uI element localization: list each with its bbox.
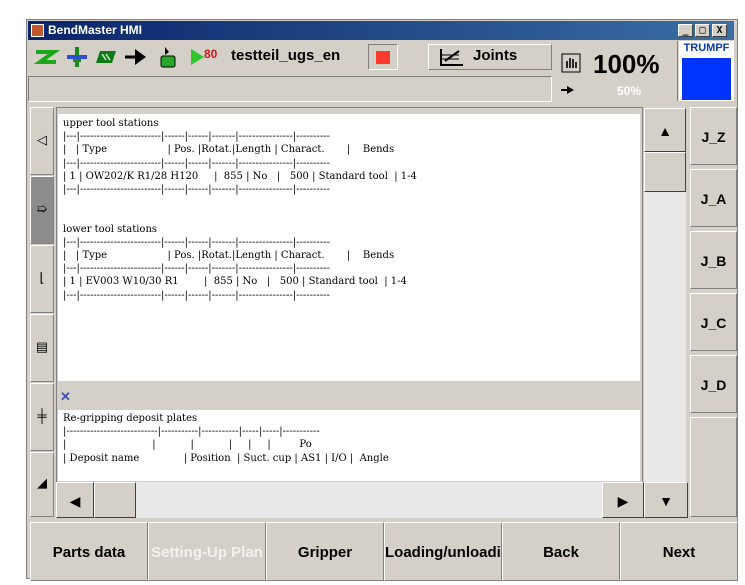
horizontal-scrollbar[interactable]: ◀ ▶ bbox=[56, 482, 644, 518]
status-line bbox=[28, 76, 552, 102]
hand-feed-icon[interactable] bbox=[561, 53, 581, 73]
sidebar-item-axes[interactable]: ⌊ bbox=[30, 245, 54, 313]
vertical-scrollbar[interactable]: ▲ bbox=[644, 108, 686, 516]
nav-next[interactable]: Next bbox=[620, 522, 738, 581]
joints-icon bbox=[440, 49, 463, 66]
scroll-right-button[interactable]: ▶ bbox=[602, 482, 644, 518]
feed-override-value: 100% bbox=[593, 49, 660, 79]
nav-setting-up-plan[interactable]: Setting-Up Plan bbox=[148, 522, 266, 581]
step-forward-small-icon bbox=[561, 86, 574, 94]
close-panel-icon[interactable]: ✕ bbox=[60, 389, 71, 405]
arrow-up-icon: ▲ bbox=[658, 123, 672, 139]
arrow-left-icon: ◀ bbox=[69, 493, 81, 509]
joints-label: Joints bbox=[473, 47, 518, 64]
io-counter: 80 bbox=[204, 47, 218, 61]
toolbar: 80 testteil_ugs_en Joints bbox=[28, 41, 552, 73]
ram-icon[interactable] bbox=[66, 46, 88, 68]
sidebar-item-step[interactable]: ➯ bbox=[30, 176, 54, 244]
bottom-navigation: Parts data Setting-Up Plan Gripper Loadi… bbox=[30, 522, 740, 581]
nav-parts-data[interactable]: Parts data bbox=[30, 522, 148, 581]
arrow-left-icon: ◁ bbox=[37, 132, 47, 147]
scroll-down-button[interactable]: ▼ bbox=[644, 482, 688, 518]
jog-a-button[interactable]: J_A bbox=[690, 169, 737, 227]
deposit-plates-panel: Re-gripping deposit plates |------------… bbox=[58, 410, 640, 481]
stop-icon bbox=[376, 51, 390, 64]
jog-d-button[interactable]: J_D bbox=[690, 355, 737, 413]
nav-loading-unloading[interactable]: Loading/unloading bbox=[384, 522, 502, 581]
bend-icon: ◢ bbox=[37, 475, 47, 490]
scroll-left-button[interactable]: ◀ bbox=[56, 482, 94, 518]
logo-block bbox=[682, 58, 731, 100]
sheet-metal-icon[interactable] bbox=[94, 46, 118, 68]
left-toolbar: ◁ ➯ ⌊ ▤ ╪ ◢ bbox=[30, 107, 54, 517]
program-name: testteil_ugs_en bbox=[231, 47, 341, 64]
sidebar-item-back[interactable]: ◁ bbox=[30, 107, 54, 175]
stop-status-indicator[interactable] bbox=[368, 44, 398, 70]
gripper-robot-icon[interactable] bbox=[156, 46, 180, 68]
step-forward-icon[interactable] bbox=[124, 46, 148, 68]
app-icon bbox=[31, 24, 44, 37]
title-bar: BendMaster HMI _ □ X bbox=[28, 21, 734, 40]
tool-stations-panel: upper tool stations |---|---------------… bbox=[58, 114, 640, 381]
sidebar-item-tool[interactable]: ╪ bbox=[30, 383, 54, 451]
step-forward-icon: ➯ bbox=[36, 201, 48, 216]
horizontal-scroll-thumb[interactable] bbox=[94, 482, 136, 518]
jog-axis-buttons: J_Z J_A J_B J_C J_D bbox=[690, 107, 737, 517]
list-icon: ▤ bbox=[35, 339, 49, 354]
jog-z-button[interactable]: J_Z bbox=[690, 107, 737, 165]
jog-b-button[interactable]: J_B bbox=[690, 231, 737, 289]
maximize-button[interactable]: □ bbox=[695, 24, 710, 37]
scroll-up-button[interactable]: ▲ bbox=[644, 108, 686, 152]
close-button[interactable]: X bbox=[712, 24, 727, 37]
window-title: BendMaster HMI bbox=[48, 23, 143, 37]
jog-c-button[interactable]: J_C bbox=[690, 293, 737, 351]
tool-icon: ╪ bbox=[37, 408, 47, 423]
tool-stations-text: upper tool stations |---|---------------… bbox=[63, 118, 417, 301]
nav-gripper[interactable]: Gripper bbox=[266, 522, 384, 581]
deposit-plates-text: Re-gripping deposit plates |------------… bbox=[63, 413, 389, 464]
logo-text: TRUMPF bbox=[683, 42, 730, 54]
nav-back[interactable]: Back bbox=[502, 522, 620, 581]
minimize-button[interactable]: _ bbox=[678, 24, 693, 37]
scroll-thumb[interactable] bbox=[644, 152, 686, 192]
sidebar-item-bend[interactable]: ◢ bbox=[30, 452, 54, 517]
secondary-feed-value: 50% bbox=[617, 84, 642, 98]
axis-green-icon[interactable] bbox=[34, 46, 60, 68]
brand-logo: TRUMPF bbox=[679, 41, 734, 101]
axes-icon: ⌊ bbox=[39, 270, 45, 285]
arrow-right-icon: ▶ bbox=[617, 493, 629, 509]
joints-button[interactable]: Joints bbox=[428, 44, 552, 70]
feed-override-panel: 100% 50% bbox=[553, 41, 678, 101]
arrow-down-icon: ▼ bbox=[659, 493, 673, 509]
jog-empty-slot bbox=[690, 417, 737, 517]
sidebar-item-list[interactable]: ▤ bbox=[30, 314, 54, 382]
